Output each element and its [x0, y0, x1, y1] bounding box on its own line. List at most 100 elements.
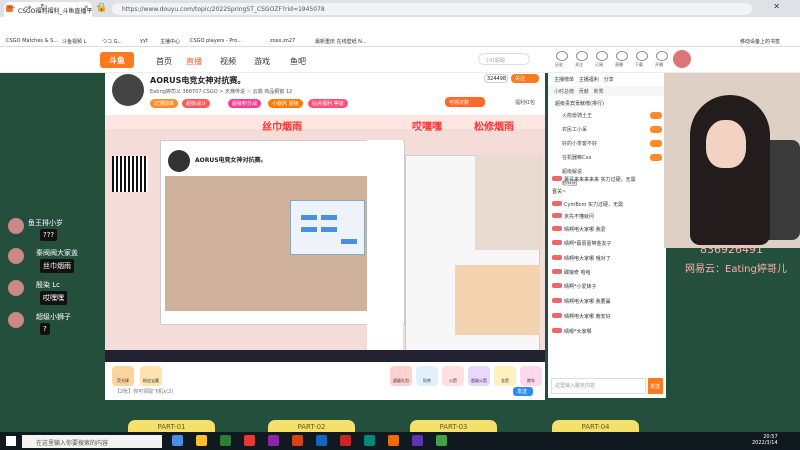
gift-item[interactable]: 金箭: [494, 366, 516, 386]
windows-start-icon[interactable]: [6, 436, 16, 446]
app-icon[interactable]: [268, 435, 279, 446]
app-icon[interactable]: [436, 435, 447, 446]
taskbar-clock[interactable]: 20:57 2022/3/14: [752, 434, 778, 446]
claim-count-button[interactable]: 可领次数: [445, 97, 485, 107]
douyu-logo[interactable]: 斗鱼: [100, 52, 134, 68]
bookmark-item[interactable]: 主播中心: [160, 38, 180, 45]
bookmark-item[interactable]: CSGO Matches & S...: [6, 38, 58, 44]
nav-live[interactable]: 直播: [186, 56, 202, 67]
stream-camera-small: [475, 155, 543, 250]
search-input[interactable]: 小红聪聪: [478, 53, 530, 65]
nav-game[interactable]: 游戏: [254, 56, 270, 67]
rank-title: 超级贵宾贡献榜(排行): [555, 101, 604, 107]
gift-item[interactable]: 火箭: [442, 366, 464, 386]
app-icon[interactable]: [364, 435, 375, 446]
danmaku-text: 哎嘿嘿: [412, 122, 442, 133]
gift-claim-text: 【2张】你可领取飞机x(2): [115, 389, 174, 395]
live-icon[interactable]: [616, 51, 628, 61]
chat-message: 晴啊电大家哪 我爱: [552, 226, 606, 233]
app-icon[interactable]: [340, 435, 351, 446]
nav-home[interactable]: 首页: [156, 56, 172, 67]
app-icon[interactable]: [244, 435, 255, 446]
tab-contribute[interactable]: 贡献: [579, 89, 589, 95]
gift-item[interactable]: 奶茶: [416, 366, 438, 386]
gift-item[interactable]: 跑车: [520, 366, 542, 386]
bookmark-item[interactable]: zoxx.zn27: [270, 38, 295, 44]
download-icon[interactable]: [636, 51, 648, 61]
level-badge-icon: [552, 313, 562, 318]
tab-hour-rank[interactable]: 小时总榜: [554, 89, 574, 95]
rank-tabs[interactable]: 小时总榜 贡献 新秀: [548, 86, 666, 96]
tab-anchor-rank[interactable]: 主播榜单: [554, 77, 574, 83]
badge-pill[interactable]: 站点福利 等级: [308, 99, 348, 108]
level-badge-icon: [552, 226, 562, 231]
stream-taskbar: [105, 350, 545, 362]
gift-send-button[interactable]: 发送: [513, 387, 533, 396]
badge-pill[interactable]: 小旋风 超级: [268, 99, 303, 108]
clock-date: 2022/3/14: [752, 440, 778, 446]
welfare-redpacket[interactable]: 福利红包: [515, 99, 535, 106]
nav-yuba[interactable]: 鱼吧: [290, 56, 306, 67]
rank-row[interactable]: 在机器嘛Cxx: [562, 154, 591, 161]
taskbar-search[interactable]: 在这里输入你要搜索的内容: [22, 435, 162, 448]
task-view-icon[interactable]: [172, 435, 183, 446]
overlay-username: 超级小狮子: [36, 313, 71, 321]
tab-share[interactable]: 分享: [604, 77, 614, 83]
history-icon[interactable]: [556, 51, 568, 61]
start-live-icon[interactable]: [656, 51, 668, 61]
rank-row[interactable]: 火箭兽骑土王: [562, 112, 592, 119]
back-icon[interactable]: ←: [8, 3, 16, 13]
gift-item[interactable]: 超级礼包: [390, 366, 412, 386]
rank-row[interactable]: 好的小茶客不好: [562, 140, 597, 147]
reload-icon[interactable]: ↻: [40, 3, 48, 13]
anchor-hair: [690, 95, 770, 245]
sidebar-tabs[interactable]: 主播榜单 主播福利 分享: [548, 73, 666, 85]
badge-pill[interactable]: 过期勋章: [150, 99, 179, 108]
header-icon-label: 关注: [575, 62, 583, 67]
header-icon-label: 开播: [655, 62, 663, 67]
chat-send-button[interactable]: 发送: [648, 378, 663, 394]
browser-tab[interactable]: CSGO福利福利_斗鱼直播平台: [4, 2, 92, 17]
bookmark-item[interactable]: 最新重庆 在线壁纸 N...: [315, 38, 367, 45]
follow-button[interactable]: 关注: [511, 74, 539, 83]
chat-message: 晴啊电大家哪 晚安好: [552, 313, 611, 320]
badge-pill[interactable]: 超级战斗: [182, 99, 211, 108]
overlay-avatar: [8, 280, 24, 296]
address-bar[interactable]: https://www.douyu.com/topic/2022SpringST…: [112, 3, 752, 15]
gift-item[interactable]: 粉丝宝藏: [140, 366, 162, 386]
anchor-avatar[interactable]: [112, 74, 144, 106]
bookmark-item[interactable]: CSGO players - Pro...: [190, 38, 242, 44]
app-icon[interactable]: [388, 435, 399, 446]
bookmark-item[interactable]: 移动设备上的书签: [740, 38, 780, 45]
subscribe-icon[interactable]: [596, 51, 608, 61]
qq-number-text: 836926491: [700, 243, 763, 256]
forward-icon[interactable]: →: [24, 3, 32, 13]
bookmark-item[interactable]: yyt: [140, 38, 148, 44]
badge-pill[interactable]: 超级积分战: [228, 99, 262, 108]
nav-video[interactable]: 视频: [220, 56, 236, 67]
room-title: AORUS电竞女神对抗赛。: [150, 76, 246, 85]
chat-message: 晋关~: [552, 189, 567, 195]
rank-row[interactable]: 农民工小呆: [562, 126, 587, 133]
gift-item[interactable]: 超级火箭: [468, 366, 490, 386]
bookmark-item[interactable]: 斗鱼视频 L: [62, 38, 86, 45]
follow-icon[interactable]: [576, 51, 588, 61]
tab-anchor-welfare[interactable]: 主播福利: [579, 77, 599, 83]
chat-input[interactable]: 这里输入聊天内容: [551, 378, 646, 394]
app-icon[interactable]: [412, 435, 423, 446]
follower-count: 324498: [484, 74, 508, 83]
stream-photo: [455, 265, 540, 335]
edge-icon[interactable]: [220, 435, 231, 446]
rank-row[interactable]: 超级解说: [562, 168, 582, 175]
bookmark-item[interactable]: つコ G...: [102, 38, 122, 45]
chat-message: 碳娘奇 哈哈: [552, 269, 591, 276]
tab-newcomer[interactable]: 新秀: [594, 89, 604, 95]
app-icon[interactable]: [292, 435, 303, 446]
app-icon[interactable]: [316, 435, 327, 446]
overlay-avatar: [8, 248, 24, 264]
file-explorer-icon[interactable]: [196, 435, 207, 446]
tab-close-icon[interactable]: ×: [84, 4, 89, 11]
level-badge-icon: [552, 255, 562, 260]
gift-item[interactable]: 荧光棒: [112, 366, 134, 386]
user-avatar[interactable]: [673, 50, 691, 68]
